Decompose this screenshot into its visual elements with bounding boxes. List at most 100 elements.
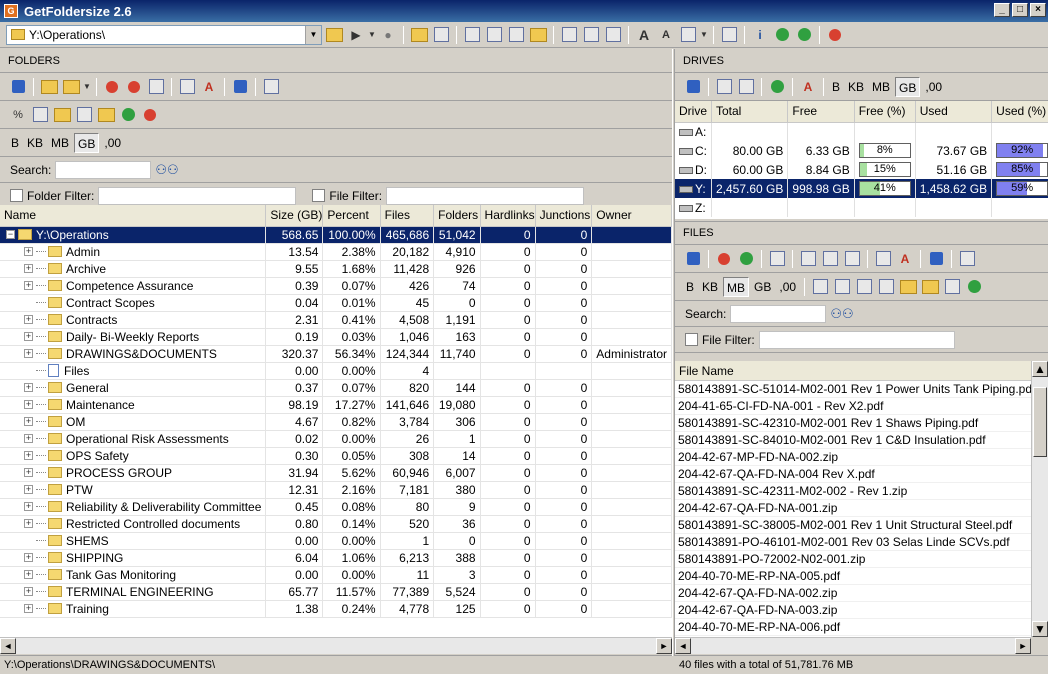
scroll-right-icon[interactable]: ► <box>656 638 672 654</box>
table-row[interactable]: − Y:\Operations 568.65 100.00% 465,686 51,042… <box>0 226 672 244</box>
files-preview-icon[interactable] <box>820 249 840 269</box>
dropdown-arrow-icon[interactable]: ▼ <box>305 25 321 44</box>
table-row[interactable]: + TERMINAL ENGINEERING 65.77 11.57% 77,389 5,… <box>0 583 672 601</box>
table-row[interactable]: + Tank Gas Monitoring 0.00 0.00% 11 3 0 0 <box>0 566 672 584</box>
table-row[interactable]: + Competence Assurance 0.39 0.07% 426 74 0 0 <box>0 277 672 295</box>
files-vscrollbar[interactable]: ▲ ▼ <box>1031 361 1048 637</box>
files-scroll-thumb[interactable] <box>1033 387 1047 457</box>
minimize-button[interactable]: _ <box>994 3 1010 17</box>
delete-all-icon[interactable] <box>124 77 144 97</box>
font-smaller-icon[interactable]: A <box>656 25 676 45</box>
expand-icon[interactable]: + <box>24 281 33 290</box>
col-junctions[interactable]: Junctions <box>535 205 593 227</box>
expand-icon[interactable]: + <box>24 400 33 409</box>
files-folder-icon[interactable] <box>898 277 918 297</box>
files-unit-gb[interactable]: GB <box>751 277 774 297</box>
copy-icon[interactable] <box>484 25 504 45</box>
binoculars-icon[interactable]: ⚇⚇ <box>155 162 178 178</box>
drive-list-icon[interactable] <box>736 77 756 97</box>
files-unit-b[interactable]: B <box>683 277 697 297</box>
schedule-icon[interactable] <box>559 25 579 45</box>
folder-options-icon[interactable] <box>528 25 548 45</box>
files-scroll-left-icon[interactable]: ◄ <box>675 638 691 654</box>
table-row[interactable]: SHEMS 0.00 0.00% 1 0 0 0 <box>0 532 672 550</box>
print-icon[interactable] <box>261 77 281 97</box>
table-row[interactable]: + DRAWINGS&DOCUMENTS 320.37 56.34% 124,344 11… <box>0 345 672 363</box>
table-row[interactable]: + Admin 13.54 2.38% 20,182 4,910 0 0 <box>0 243 672 261</box>
expand-icon[interactable]: + <box>24 264 33 273</box>
col-total[interactable]: Total <box>711 101 789 123</box>
files-list-icon[interactable] <box>767 249 787 269</box>
files-refresh-icon[interactable] <box>683 249 703 269</box>
expand-icon[interactable]: + <box>24 519 33 528</box>
col-size[interactable]: Size (GB) <box>265 205 324 227</box>
expand-icon[interactable]: + <box>24 417 33 426</box>
expand-icon[interactable] <box>177 77 197 97</box>
unit-kb[interactable]: KB <box>24 133 46 153</box>
file-row[interactable]: 580143891-SC-51014-M02-001 Rev 1 Power U… <box>675 381 1048 398</box>
expand-icon[interactable]: + <box>24 553 33 562</box>
files-print-icon[interactable] <box>957 249 977 269</box>
jump-folder-icon[interactable] <box>96 105 116 125</box>
table-row[interactable]: + General 0.37 0.07% 820 144 0 0 <box>0 379 672 397</box>
drives-view-icon[interactable] <box>431 25 451 45</box>
col-name[interactable]: Name <box>0 205 267 227</box>
save-icon[interactable] <box>230 77 250 97</box>
file-row[interactable]: 580143891-SC-38005-M02-001 Rev 1 Unit St… <box>675 517 1048 534</box>
table-row[interactable]: + Maintenance 98.19 17.27% 141,646 19,080 0 0 <box>0 396 672 414</box>
font-a-icon[interactable] <box>832 277 852 297</box>
file-row[interactable]: 204-42-67-QA-FD-NA-002.zip <box>675 585 1048 602</box>
expand-icon[interactable]: + <box>24 247 33 256</box>
drives-unit-b[interactable]: B <box>829 77 843 97</box>
unit-gb[interactable]: GB <box>74 132 100 153</box>
table-row[interactable]: + Contracts 2.31 0.41% 4,508 1,191 0 0 <box>0 311 672 329</box>
expand-icon[interactable]: + <box>24 315 33 324</box>
stop-icon[interactable]: ● <box>378 25 398 45</box>
files-recycle-icon[interactable] <box>736 249 756 269</box>
scan-play-icon[interactable]: ▶ <box>346 25 366 45</box>
notes-icon[interactable] <box>719 25 739 45</box>
folder-open-menu-icon[interactable]: ▼ <box>83 77 91 97</box>
files-owner-icon[interactable] <box>964 277 984 297</box>
drives-unit-mb[interactable]: MB <box>869 77 893 97</box>
drive-network-icon[interactable] <box>767 77 787 97</box>
table-row[interactable]: Files 0.00 0.00% 4 <box>0 362 672 380</box>
col-drive[interactable]: Drive <box>675 101 712 123</box>
expand-icon[interactable]: + <box>24 587 33 596</box>
drives-unit-gb[interactable]: GB <box>895 76 921 97</box>
collapse-icon[interactable]: − <box>6 230 15 239</box>
col-used[interactable]: Used <box>915 101 993 123</box>
files-font-icon[interactable]: A <box>895 249 915 269</box>
col-hardlinks[interactable]: Hardlinks <box>480 205 536 227</box>
table-row[interactable]: + Reliability & Deliverability Committee 0… <box>0 498 672 516</box>
percent-icon[interactable]: % <box>8 105 28 125</box>
col-used-pct[interactable]: Used (%) <box>991 101 1048 123</box>
folder-up-icon[interactable] <box>39 77 59 97</box>
drive-row[interactable]: Z: <box>675 198 1048 217</box>
drive-row[interactable]: A: <box>675 122 1048 141</box>
file-row[interactable]: 204-40-70-ME-RP-NA-005.pdf <box>675 568 1048 585</box>
file-row[interactable]: 204-42-67-QA-FD-NA-001.zip <box>675 500 1048 517</box>
network-icon[interactable] <box>581 25 601 45</box>
files-expand-icon[interactable] <box>873 249 893 269</box>
file-row[interactable]: 580143891-SC-42311-M02-002 - Rev 1.zip <box>675 483 1048 500</box>
drives-refresh-icon[interactable] <box>683 77 703 97</box>
kb-icon[interactable] <box>810 277 830 297</box>
unit-decimals[interactable]: ,00 <box>101 133 124 153</box>
files-unit-kb[interactable]: KB <box>699 277 721 297</box>
files-filter-input[interactable] <box>758 330 955 349</box>
folder-filter-input[interactable] <box>98 186 297 205</box>
files-folder2-icon[interactable] <box>920 277 940 297</box>
files-binoculars-icon[interactable]: ⚇⚇ <box>830 306 853 322</box>
font-larger-icon[interactable]: A <box>634 25 654 45</box>
files-delete-icon[interactable] <box>714 249 734 269</box>
scan-menu-arrow-icon[interactable]: ▼ <box>368 25 376 45</box>
show-folders-icon[interactable] <box>52 105 72 125</box>
table-row[interactable]: + PROCESS GROUP 31.94 5.62% 60,946 6,007 0 0 <box>0 464 672 482</box>
compare-icon[interactable] <box>603 25 623 45</box>
info-icon[interactable]: i <box>750 25 770 45</box>
folder-filter-checkbox[interactable] <box>10 189 23 202</box>
refresh-icon[interactable] <box>8 77 28 97</box>
drives-unit-decimals[interactable]: ,00 <box>922 77 945 97</box>
folders-hscrollbar[interactable]: ◄ ► <box>0 637 672 654</box>
